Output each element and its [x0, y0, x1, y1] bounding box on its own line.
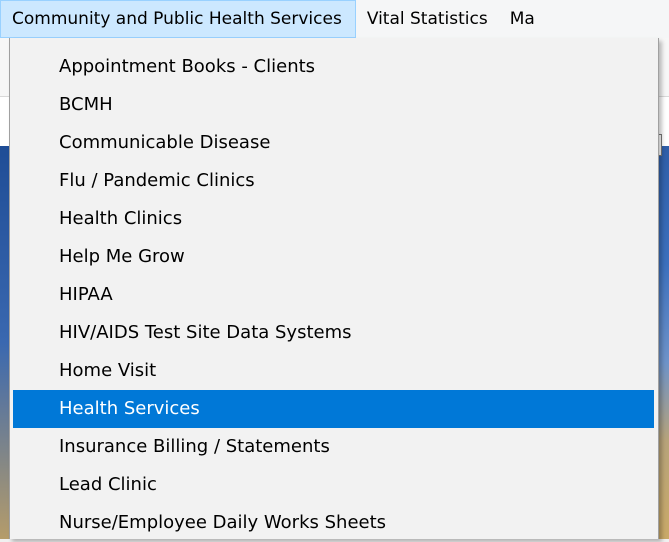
- menu-community-public-health[interactable]: Community and Public Health Services: [0, 0, 356, 38]
- menu-item-hiv-aids-test-site[interactable]: HIV/AIDS Test Site Data Systems: [13, 314, 654, 352]
- menu-item-nurse-employee-daily-works-sheets[interactable]: Nurse/Employee Daily Works Sheets: [13, 504, 654, 542]
- menu-item-appointment-books-clients[interactable]: Appointment Books - Clients: [13, 48, 654, 86]
- menu-item-help-me-grow[interactable]: Help Me Grow: [13, 238, 654, 276]
- menu-item-bcmh[interactable]: BCMH: [13, 86, 654, 124]
- menu-item-insurance-billing[interactable]: Insurance Billing / Statements: [13, 428, 654, 466]
- menu-ma-truncated[interactable]: Ma: [499, 0, 546, 38]
- menu-item-health-services[interactable]: Health Services: [13, 390, 654, 428]
- menu-item-home-visit[interactable]: Home Visit: [13, 352, 654, 390]
- menu-bar: Community and Public Health Services Vit…: [0, 0, 669, 38]
- menu-item-health-clinics[interactable]: Health Clinics: [13, 200, 654, 238]
- menu-item-communicable-disease[interactable]: Communicable Disease: [13, 124, 654, 162]
- menu-item-hipaa[interactable]: HIPAA: [13, 276, 654, 314]
- menu-vital-statistics[interactable]: Vital Statistics: [356, 0, 499, 38]
- menu-item-flu-pandemic-clinics[interactable]: Flu / Pandemic Clinics: [13, 162, 654, 200]
- menu-item-lead-clinic[interactable]: Lead Clinic: [13, 466, 654, 504]
- dropdown-menu: Appointment Books - Clients BCMH Communi…: [9, 38, 659, 539]
